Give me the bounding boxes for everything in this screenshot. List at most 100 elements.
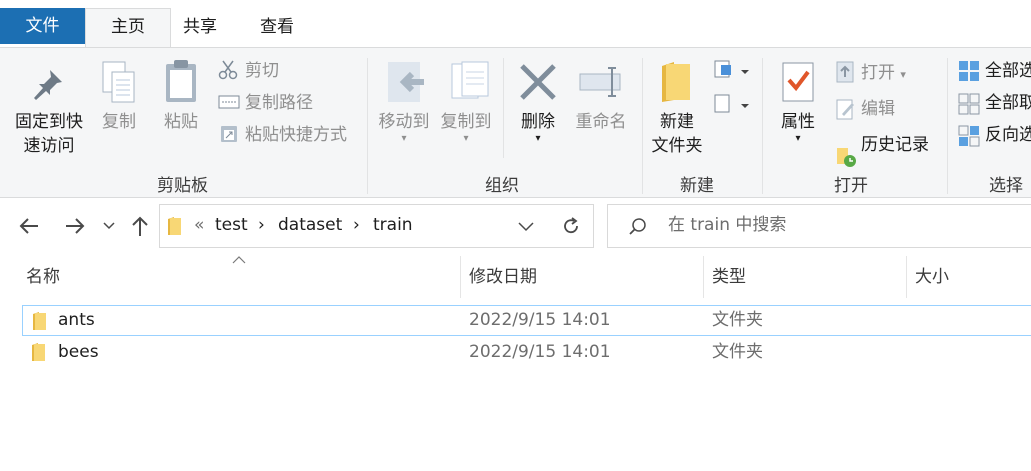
edit-button[interactable]: 编辑 xyxy=(861,97,895,121)
recent-locations-chevron-icon[interactable] xyxy=(103,222,115,230)
chevron-down-icon: ▾ xyxy=(463,133,469,144)
rename-button[interactable]: 重命名 xyxy=(570,110,632,134)
folder-icon xyxy=(33,312,46,330)
group-label-organize: 组织 xyxy=(485,176,519,196)
search-box[interactable]: 在 train 中搜索 xyxy=(607,204,1031,248)
breadcrumb-item-test[interactable]: test xyxy=(215,210,248,241)
select-none-button[interactable]: 全部取 xyxy=(985,91,1031,115)
separator xyxy=(367,58,368,194)
separator xyxy=(762,58,763,194)
address-bar[interactable]: « test › dataset › train xyxy=(159,204,549,248)
invert-selection-button[interactable]: 反向选 xyxy=(985,123,1031,147)
easy-access-icon xyxy=(714,94,749,113)
move-to-button[interactable]: 移动到 ▾ xyxy=(372,110,436,144)
invert-selection-icon xyxy=(958,125,980,147)
select-all-button[interactable]: 全部选 xyxy=(985,59,1031,83)
separator xyxy=(947,58,948,194)
group-label-clipboard: 剪贴板 xyxy=(157,176,208,196)
refresh-button[interactable] xyxy=(548,204,594,248)
breadcrumb-overflow[interactable]: « xyxy=(194,210,204,241)
open-button[interactable]: 打开 ▾ xyxy=(861,61,906,87)
back-icon[interactable] xyxy=(18,217,40,235)
search-icon xyxy=(629,218,646,235)
ribbon: 固定到快 速访问 复制 粘贴 剪切 复制路径 粘贴快捷方式 剪贴板 移动到 ▾ … xyxy=(0,47,1031,198)
up-icon[interactable] xyxy=(131,215,149,237)
properties-label: 属性 xyxy=(781,112,815,132)
forward-icon[interactable] xyxy=(64,217,86,235)
edit-icon xyxy=(836,99,854,120)
folder-icon xyxy=(32,343,45,361)
column-header-type[interactable]: 类型 xyxy=(704,256,906,298)
pin-icon xyxy=(34,70,62,100)
copy-path-icon xyxy=(218,95,240,109)
paste-shortcut-button[interactable]: 粘贴快捷方式 xyxy=(245,123,347,147)
new-folder-label-line2: 文件夹 xyxy=(651,136,703,156)
file-modified: 2022/9/15 14:01 xyxy=(469,310,611,330)
copy-to-label: 复制到 xyxy=(440,112,492,132)
rename-icon xyxy=(579,67,621,97)
file-name: bees xyxy=(58,342,99,362)
paste-button[interactable]: 粘贴 xyxy=(158,110,204,134)
column-header-name[interactable]: 名称 xyxy=(18,256,460,298)
chevron-right-icon[interactable]: › xyxy=(258,210,265,241)
history-folder-icon xyxy=(837,148,856,167)
copy-icon xyxy=(102,61,135,103)
file-type: 文件夹 xyxy=(712,310,763,330)
new-item-icon xyxy=(714,60,749,78)
open-label: 打开 xyxy=(861,63,895,83)
column-header-modified[interactable]: 修改日期 xyxy=(461,256,703,298)
new-folder-label-line1: 新建 xyxy=(660,112,694,132)
tab-view[interactable]: 查看 xyxy=(249,9,305,46)
file-name: ants xyxy=(58,310,95,330)
paste-icon xyxy=(166,60,196,102)
group-label-open: 打开 xyxy=(834,176,868,196)
new-folder-icon xyxy=(662,62,690,102)
select-none-icon xyxy=(958,93,980,115)
list-item[interactable]: ants 2022/9/15 14:01 文件夹 xyxy=(22,305,1031,336)
chevron-down-icon: ▾ xyxy=(900,68,906,81)
chevron-down-icon: ▾ xyxy=(795,133,801,144)
copy-button[interactable]: 复制 xyxy=(96,110,142,134)
tab-share[interactable]: 共享 xyxy=(172,9,228,46)
scissors-icon xyxy=(218,60,238,80)
refresh-icon xyxy=(564,217,578,234)
select-all-icon xyxy=(959,61,979,81)
list-item[interactable]: bees 2022/9/15 14:01 文件夹 xyxy=(22,337,1031,368)
copy-path-button[interactable]: 复制路径 xyxy=(245,91,313,115)
group-label-select: 选择 xyxy=(989,176,1023,196)
tab-file[interactable]: 文件 xyxy=(0,8,85,44)
open-icon xyxy=(836,61,854,83)
file-type: 文件夹 xyxy=(712,342,763,362)
delete-icon xyxy=(520,64,556,100)
chevron-right-icon[interactable]: › xyxy=(353,210,360,241)
group-label-new: 新建 xyxy=(680,176,714,196)
copy-to-button[interactable]: 复制到 ▾ xyxy=(434,110,498,144)
column-header-size[interactable]: 大小 xyxy=(907,256,1031,298)
move-to-label: 移动到 xyxy=(378,112,430,132)
history-button[interactable]: 历史记录 xyxy=(861,133,929,157)
move-to-icon xyxy=(388,62,424,102)
new-folder-button[interactable]: 新建 文件夹 xyxy=(648,110,706,158)
chevron-down-icon: ▾ xyxy=(401,133,407,144)
search-placeholder: 在 train 中搜索 xyxy=(668,215,787,235)
properties-icon xyxy=(782,62,814,102)
properties-button[interactable]: 属性 ▾ xyxy=(774,110,822,144)
separator xyxy=(503,58,504,158)
copy-to-icon xyxy=(451,61,489,99)
pin-label-line2: 速访问 xyxy=(23,136,75,156)
paste-shortcut-icon xyxy=(221,126,237,142)
delete-button[interactable]: 删除 ▾ xyxy=(514,110,562,144)
breadcrumb-item-dataset[interactable]: dataset xyxy=(278,210,342,241)
breadcrumb-item-train[interactable]: train xyxy=(373,210,413,241)
file-modified: 2022/9/15 14:01 xyxy=(469,342,611,362)
tab-home[interactable]: 主页 xyxy=(85,8,171,49)
cut-button[interactable]: 剪切 xyxy=(245,59,279,83)
address-dropdown-icon[interactable] xyxy=(518,222,534,232)
delete-label: 删除 xyxy=(521,112,555,132)
separator xyxy=(642,58,643,194)
pin-quick-access-button[interactable]: 固定到快 速访问 xyxy=(10,110,88,158)
chevron-down-icon: ▾ xyxy=(535,133,541,144)
folder-icon xyxy=(168,217,181,235)
pin-label-line1: 固定到快 xyxy=(15,112,83,132)
ribbon-tab-bar: 文件 主页 共享 查看 xyxy=(0,0,1031,49)
